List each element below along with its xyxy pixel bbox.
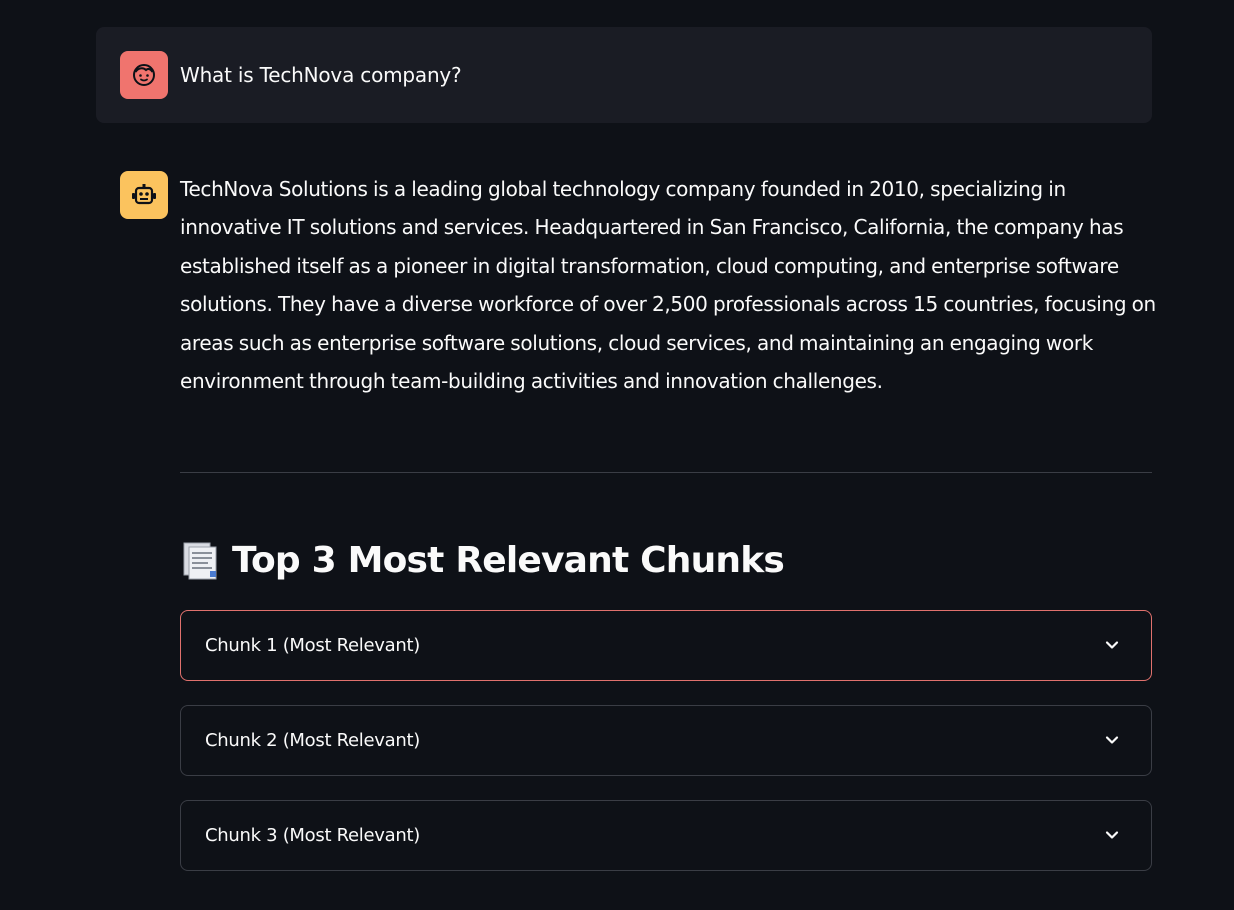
assistant-avatar: [120, 171, 168, 219]
chunk-3-label: Chunk 3 (Most Relevant): [205, 825, 420, 846]
chunk-2-expander[interactable]: Chunk 2 (Most Relevant): [180, 705, 1152, 776]
chevron-down-icon: [1105, 736, 1119, 744]
chunk-1-label: Chunk 1 (Most Relevant): [205, 635, 420, 656]
chunk-2-label: Chunk 2 (Most Relevant): [205, 730, 420, 751]
divider: [180, 472, 1152, 473]
chunks-section-title-text: Top 3 Most Relevant Chunks: [232, 539, 785, 581]
user-avatar: [120, 51, 168, 99]
chat-page: What is TechNova company? TechNova Solut…: [0, 0, 1234, 910]
user-chat-message: What is TechNova company?: [96, 27, 1152, 123]
user-face-icon: [133, 64, 155, 86]
robot-icon: [132, 184, 156, 205]
chevron-down-icon: [1105, 641, 1119, 649]
chunk-3-expander[interactable]: Chunk 3 (Most Relevant): [180, 800, 1152, 871]
document-icon: [180, 539, 222, 581]
user-message-text: What is TechNova company?: [180, 63, 462, 87]
chevron-down-icon: [1105, 831, 1119, 839]
assistant-message-text: TechNova Solutions is a leading global t…: [180, 177, 1156, 394]
chunk-1-expander[interactable]: Chunk 1 (Most Relevant): [180, 610, 1152, 681]
chunks-section-title: Top 3 Most Relevant Chunks: [180, 533, 785, 587]
